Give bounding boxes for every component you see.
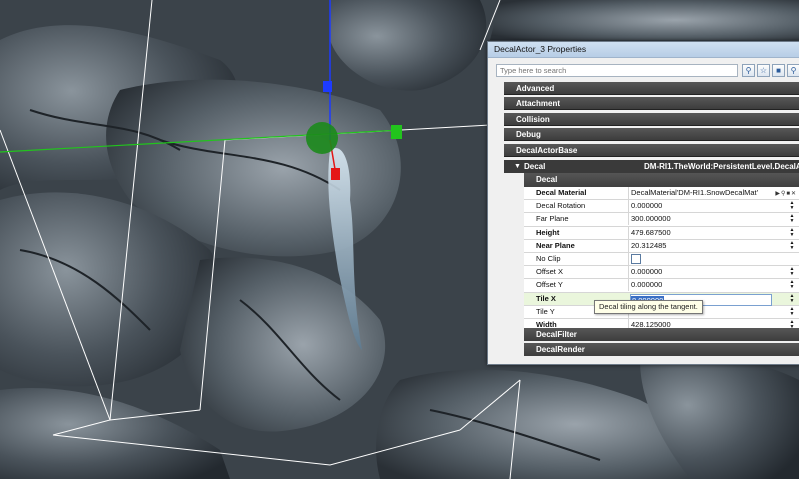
category-advanced[interactable]: Advanced <box>504 82 799 95</box>
property-row-decal-material[interactable]: Decal Material DecalMaterial'DM-RI1.Snow… <box>524 187 799 201</box>
spinner-icon[interactable]: ▲ ▼ <box>788 306 796 317</box>
category-collision[interactable]: Collision <box>504 113 799 126</box>
spinner-icon[interactable]: ▲ ▼ <box>788 227 796 238</box>
property-row-offset-y[interactable]: Offset Y 0.000000 ▲ ▼ <box>524 279 799 293</box>
property-value[interactable]: 479.687500 <box>628 226 783 239</box>
property-row-offset-x[interactable]: Offset X 0.000000 ▲ ▼ <box>524 266 799 280</box>
property-value[interactable]: DecalMaterial'DM-RI1.SnowDecalMat' <box>628 187 783 199</box>
spinner-icon[interactable]: ▲ ▼ <box>788 267 796 277</box>
property-value[interactable]: 20.312485 <box>628 239 783 252</box>
property-value[interactable]: 0.000000 <box>628 279 783 292</box>
window-title: DecalActor_3 Properties <box>488 42 799 58</box>
property-row-height[interactable]: Height 479.687500 ▲ ▼ <box>524 226 799 240</box>
spinner-icon[interactable]: ▲ ▼ <box>788 293 796 304</box>
search-row: ⚲ ☆ ■ ⚲ <box>496 64 799 79</box>
category-decalrender[interactable]: DecalRender <box>524 343 799 356</box>
search-input[interactable] <box>496 64 738 77</box>
decal-object-label: Decal <box>524 162 546 171</box>
material-browse-buttons[interactable]: ▶⚲■✕ <box>775 188 797 200</box>
lock-icon[interactable]: ■ <box>772 64 785 77</box>
clear-search-icon[interactable]: ☆ <box>757 64 770 77</box>
property-name: Offset X <box>536 267 563 277</box>
tooltip: Decal tiling along the tangent. <box>594 300 703 314</box>
property-name: Near Plane <box>536 240 575 250</box>
spinner-icon[interactable]: ▲ ▼ <box>788 280 796 290</box>
property-value <box>628 252 783 265</box>
property-row-no-clip[interactable]: No Clip <box>524 252 799 267</box>
decal-section-header[interactable]: Decal <box>524 173 799 187</box>
properties-window[interactable]: DecalActor_3 Properties ⚲ ☆ ■ ⚲ Advanced… <box>487 41 799 365</box>
category-decalfilter[interactable]: DecalFilter <box>524 328 799 341</box>
decal-object-path: DM-RI1.TheWorld:PersistentLevel.DecalAct… <box>644 162 799 171</box>
property-row-near-plane[interactable]: Near Plane 20.312485 ▲ ▼ <box>524 239 799 253</box>
decal-object-row[interactable]: ▼ Decal DM-RI1.TheWorld:PersistentLevel.… <box>504 160 799 173</box>
property-value[interactable]: 0.000000 <box>628 200 783 213</box>
property-value[interactable]: 300.000000 <box>628 213 783 226</box>
no-clip-checkbox[interactable] <box>631 253 641 264</box>
property-name: Far Plane <box>536 214 569 224</box>
spinner-icon[interactable]: ▲ ▼ <box>788 240 796 251</box>
property-name: No Clip <box>536 253 561 263</box>
spinner-icon[interactable]: ▲ ▼ <box>788 201 796 211</box>
property-name: Decal Rotation <box>536 201 586 211</box>
property-row-decal-rotation[interactable]: Decal Rotation 0.000000 ▲ ▼ <box>524 200 799 214</box>
property-value[interactable]: 0.000000 <box>628 266 783 279</box>
search-icon[interactable]: ⚲ <box>742 64 755 77</box>
spinner-icon[interactable]: ▲ ▼ <box>788 214 796 224</box>
expand-arrow-icon[interactable]: ▼ <box>514 160 521 173</box>
category-debug[interactable]: Debug <box>504 128 799 141</box>
find-actor-icon[interactable]: ⚲ <box>787 64 799 77</box>
property-name: Decal Material <box>536 188 587 197</box>
property-row-far-plane[interactable]: Far Plane 300.000000 ▲ ▼ <box>524 213 799 227</box>
property-name: Height <box>536 227 560 237</box>
category-attachment[interactable]: Attachment <box>504 97 799 110</box>
category-decalactorbase[interactable]: DecalActorBase <box>504 144 799 157</box>
property-name: Offset Y <box>536 280 563 290</box>
